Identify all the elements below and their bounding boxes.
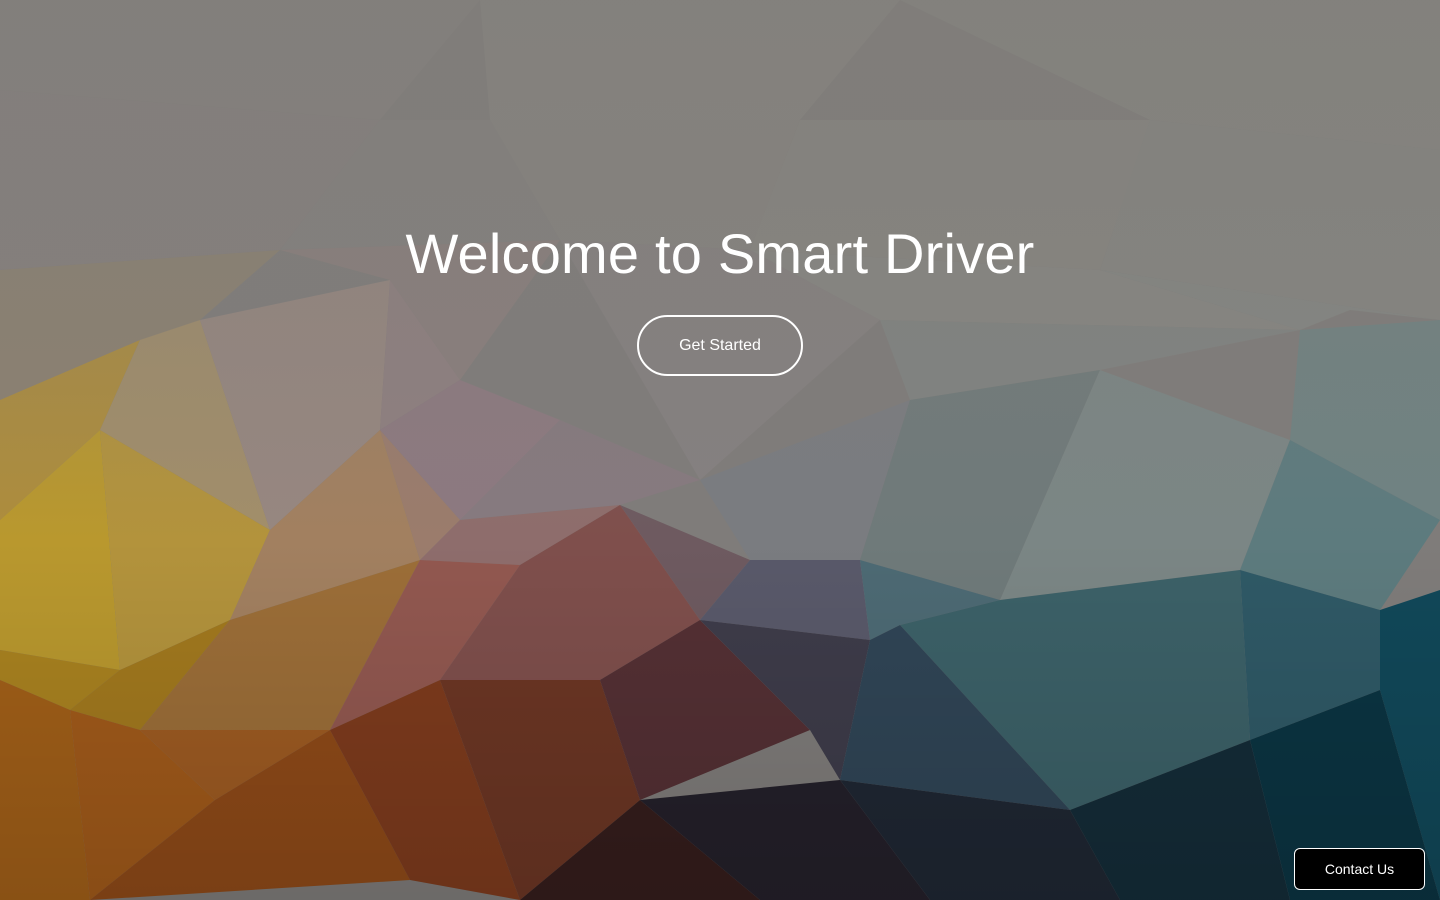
- page-title: Welcome to Smart Driver: [405, 222, 1035, 285]
- get-started-button[interactable]: Get Started: [637, 315, 803, 376]
- hero-section: Welcome to Smart Driver Get Started Cont…: [0, 0, 1440, 900]
- low-poly-background: [0, 0, 1440, 900]
- contact-us-button[interactable]: Contact Us: [1294, 848, 1425, 890]
